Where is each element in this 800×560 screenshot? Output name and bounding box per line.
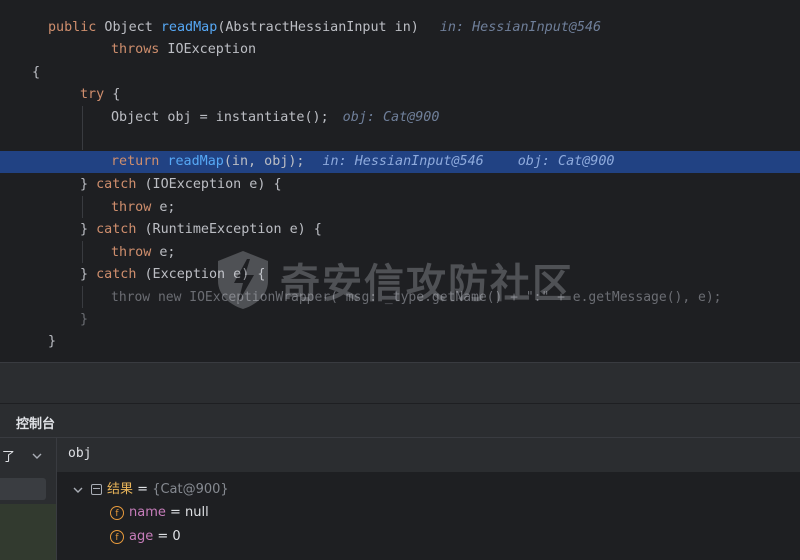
code-text: e; [151, 245, 176, 260]
code-line-instantiate[interactable]: Object obj = instantiate(); obj: Cat@900 [0, 107, 800, 129]
code-text: (Exception e) { [136, 267, 266, 282]
field-name: name [129, 505, 166, 520]
code-text: { [32, 65, 41, 80]
field-value: null [185, 505, 209, 520]
code-text: (RuntimeException e) { [136, 222, 322, 237]
tree-row-result[interactable]: 结果 = {Cat@900} [73, 480, 229, 500]
tree-row-field[interactable]: f age = 0 [110, 527, 181, 547]
code-text: throw new IOExceptionWrapper( msg: _type… [111, 290, 722, 305]
code-line-catch-ioexception[interactable]: } catch (IOException e) { [0, 174, 800, 196]
frame-item[interactable] [0, 504, 56, 560]
keyword: throws [111, 42, 160, 57]
code-text: e; [151, 200, 176, 215]
method-name: readMap [167, 154, 224, 169]
variable-equals: = [133, 482, 153, 497]
console-tab[interactable]: 控制台 [16, 413, 55, 432]
inline-debug-hint: obj: Cat@900 [342, 110, 440, 125]
keyword: throw [111, 245, 152, 260]
expression-input[interactable]: obj [68, 446, 91, 461]
code-text: (in, obj); [223, 154, 305, 169]
code-text: } [48, 334, 57, 349]
chevron-down-icon[interactable] [73, 485, 83, 495]
keyword: try [80, 87, 105, 102]
object-icon [91, 484, 102, 495]
frame-item-selected[interactable] [0, 478, 46, 500]
code-text: } [80, 177, 97, 192]
keyword: catch [96, 222, 137, 237]
keyword: public [48, 20, 97, 35]
tree-row-field[interactable]: f name = null [110, 503, 209, 523]
code-line-throw-wrapper[interactable]: throw new IOExceptionWrapper( msg: _type… [0, 287, 800, 309]
code-line-try[interactable]: try { [0, 84, 800, 106]
code-line-current-execution[interactable]: return readMap(in, obj); in: HessianInput… [0, 151, 800, 173]
code-line-open-brace[interactable]: { [0, 62, 800, 84]
variable-equals: = [153, 529, 173, 544]
console-header: 控制台 [0, 403, 800, 438]
code-text: { [104, 87, 121, 102]
keyword: catch [96, 177, 137, 192]
inline-debug-hint: in: HessianInput@546 [439, 20, 602, 35]
inline-debug-hint: obj: Cat@900 [517, 154, 615, 169]
code-text: IOException [159, 42, 257, 57]
field-name: age [129, 529, 154, 544]
field-icon: f [110, 529, 124, 544]
code-text: } [80, 312, 89, 327]
code-line-close-brace[interactable]: } [0, 309, 800, 331]
code-line-throws[interactable]: throws IOException [0, 39, 800, 61]
code-line-close-brace[interactable]: } [0, 331, 800, 353]
code-editor[interactable]: public Object readMap(AbstractHessianInp… [0, 0, 800, 362]
inline-debug-hint: in: HessianInput@546 [322, 154, 484, 169]
variable-value: {Cat@900} [152, 482, 229, 497]
code-text: (AbstractHessianInput in) [217, 20, 419, 35]
field-icon: f [110, 505, 124, 520]
code-text: Object obj = instantiate(); [111, 110, 329, 125]
code-line-catch-exception[interactable]: } catch (Exception e) { [0, 264, 800, 286]
evaluate-expression-bar: 了 obj [0, 437, 800, 473]
code-text: Object [96, 20, 161, 35]
keyword: return [111, 154, 160, 169]
code-line-catch-runtime[interactable]: } catch (RuntimeException e) { [0, 219, 800, 241]
code-line-throw[interactable]: throw e; [0, 197, 800, 219]
method-name: readMap [160, 20, 218, 35]
code-line-method-signature[interactable]: public Object readMap(AbstractHessianInp… [0, 17, 800, 39]
code-text: } [80, 267, 97, 282]
frames-label: 了 [2, 450, 16, 465]
code-line-throw[interactable]: throw e; [0, 242, 800, 264]
variable-name: 结果 [107, 482, 134, 497]
field-value: 0 [172, 529, 181, 544]
variables-tree: 结果 = {Cat@900} f name = null f age = 0 [57, 472, 800, 560]
code-text: } [80, 222, 97, 237]
keyword: throw [111, 200, 152, 215]
keyword: catch [96, 267, 137, 282]
code-text: (IOException e) { [136, 177, 282, 192]
chevron-down-icon[interactable] [32, 451, 42, 461]
debug-toolbar-strip [0, 362, 800, 403]
variable-equals: = [165, 505, 186, 520]
